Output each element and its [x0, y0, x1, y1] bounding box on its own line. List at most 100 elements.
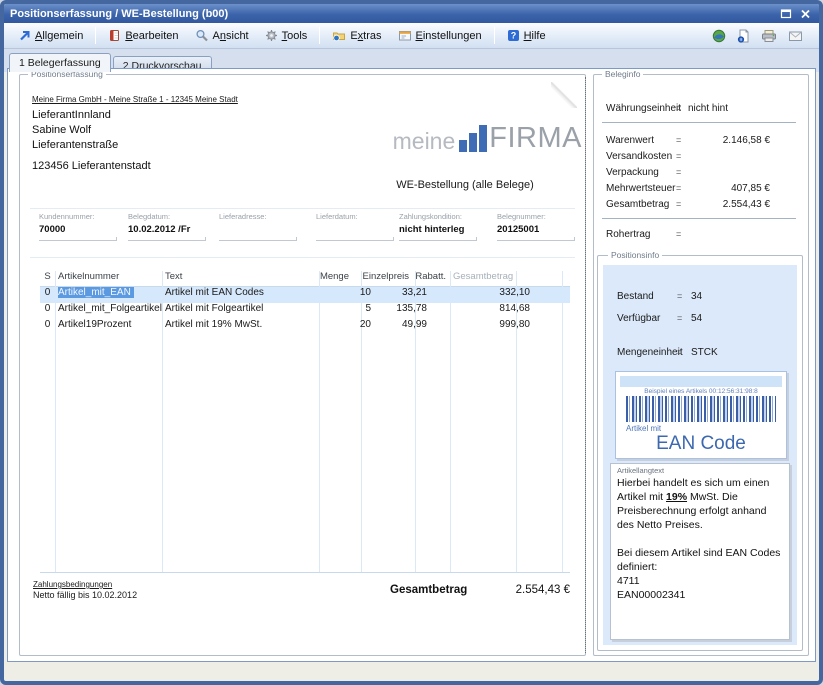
field-belegnummer[interactable]: Belegnummer: 20125001	[497, 212, 581, 241]
cell-s[interactable]: 0	[40, 319, 55, 330]
print-button[interactable]	[761, 29, 777, 43]
address-line: Lieferantenstraße	[32, 138, 118, 153]
cell-einzelpreis[interactable]: 135,78	[361, 303, 430, 314]
window-title: Positionserfassung / WE-Bestellung (b00)	[10, 8, 228, 20]
field-value: 10.02.2012 /Fr	[128, 224, 212, 236]
cell-einzelpreis[interactable]: 49,99	[361, 319, 430, 330]
field-label: Kundennummer:	[39, 212, 123, 221]
cell-s[interactable]: 0	[40, 303, 55, 314]
field-value: 20125001	[497, 224, 581, 236]
field-lieferadresse[interactable]: Lieferadresse:	[219, 212, 303, 241]
globe-button[interactable]	[712, 29, 726, 43]
menu-item-hilfe[interactable]: ? Hilfe	[499, 27, 554, 44]
menu-label: Ansicht	[213, 30, 249, 42]
cell-einzelpreis[interactable]: 33,21	[361, 287, 430, 298]
field-label: Lieferdatum:	[316, 212, 400, 221]
row-label: Warenwert	[606, 135, 654, 146]
table-row[interactable]: 0 Artikel19Prozent Artikel mit 19% MwSt.…	[40, 319, 570, 335]
tab-belegerfassung[interactable]: 1 Belegerfassung	[9, 53, 111, 72]
table-row-selected[interactable]: 0 Artikel_mit_EAN Artikel mit EAN Codes …	[40, 287, 570, 303]
positionsinfo-row-mengeneinheit: Mengeneinheit = STCK	[603, 347, 797, 361]
globe-icon	[712, 29, 726, 43]
cell-artikelnummer[interactable]: Artikel_mit_EAN	[58, 287, 168, 298]
langtext-paragraph: Bei diesem Artikel sind EAN Codes defini…	[617, 546, 783, 574]
field-underline	[316, 238, 394, 241]
logo-word-firma: FIRMA	[489, 124, 582, 153]
restore-button[interactable]	[778, 7, 794, 21]
cell-text[interactable]: Artikel mit Folgeartikel	[165, 303, 315, 314]
equals-sign: =	[677, 313, 682, 323]
column-header-s[interactable]: S	[40, 271, 55, 282]
cell-text[interactable]: Artikel mit EAN Codes	[165, 287, 315, 298]
application-window: Positionserfassung / WE-Bestellung (b00)…	[0, 0, 823, 685]
menu-item-bearbeiten[interactable]: Bearbeiten	[100, 27, 186, 44]
mail-button[interactable]	[788, 30, 803, 42]
row-value: nicht hint	[688, 103, 804, 114]
field-underline	[219, 238, 297, 241]
cell-gesamtbetrag[interactable]: 814,68	[450, 303, 533, 314]
address-city: 123456 Lieferantenstadt	[32, 160, 151, 172]
cell-artikelnummer[interactable]: Artikel_mit_Folgeartikel	[58, 303, 168, 314]
field-value: 70000	[39, 224, 123, 236]
field-belegdatum[interactable]: Belegdatum: 10.02.2012 /Fr	[128, 212, 212, 241]
svg-text:?: ?	[510, 31, 516, 41]
close-button[interactable]	[797, 7, 813, 21]
magnifier-icon	[195, 29, 209, 42]
positionsinfo-row-verfuegbar: Verfügbar = 54	[603, 313, 797, 327]
address-line: Sabine Wolf	[32, 123, 118, 138]
fields-top-line	[30, 208, 575, 209]
cell-gesamtbetrag[interactable]: 999,80	[450, 319, 533, 330]
pane-splitter[interactable]	[585, 77, 586, 653]
close-icon	[800, 9, 811, 19]
row-value: 407,85 €	[684, 183, 770, 194]
menu-item-tools[interactable]: Tools	[257, 27, 316, 44]
barcode-line-small: Artikel mit	[626, 424, 786, 433]
table-bottom-line	[40, 572, 570, 573]
row-value: 2.146,58 €	[684, 135, 770, 146]
artikellangtext-box[interactable]: Artikellangtext Hierbei handelt es sich …	[610, 463, 790, 640]
title-bar: Positionserfassung / WE-Bestellung (b00)	[4, 4, 819, 23]
page-fold-corner	[551, 82, 577, 108]
cell-artikelnummer[interactable]: Artikel19Prozent	[58, 319, 168, 330]
equals-sign: =	[677, 347, 682, 357]
column-header-einzelpreis[interactable]: Einzelpreis	[361, 271, 412, 282]
menu-item-einstellungen[interactable]: Einstellungen	[390, 27, 490, 44]
fields-bottom-line	[30, 257, 575, 258]
address-block: LieferantInnland Sabine Wolf Lieferanten…	[32, 108, 118, 153]
field-lieferdatum[interactable]: Lieferdatum:	[316, 212, 400, 241]
column-header-menge[interactable]: Menge	[319, 271, 361, 282]
field-underline	[39, 238, 117, 241]
menu-item-allgemein[interactable]: Allgemein	[10, 27, 91, 44]
equals-sign: =	[676, 229, 681, 239]
cell-text[interactable]: Artikel mit 19% MwSt.	[165, 319, 315, 330]
menu-item-ansicht[interactable]: Ansicht	[187, 27, 257, 44]
field-kundennummer[interactable]: Kundennummer: 70000	[39, 212, 123, 241]
table-row[interactable]: 0 Artikel_mit_Folgeartikel Artikel mit F…	[40, 303, 570, 319]
field-label: Belegnummer:	[497, 212, 581, 221]
menu-item-extras[interactable]: Extras	[324, 27, 389, 44]
equals-sign: =	[676, 199, 681, 209]
row-value: STCK	[691, 347, 718, 358]
address-line: LieferantInnland	[32, 108, 118, 123]
barcode-line-big: EAN Code	[616, 433, 786, 455]
group-label: Positionsinfo	[608, 250, 662, 260]
column-header-artikelnummer[interactable]: Artikelnummer	[58, 271, 158, 282]
payment-terms-link[interactable]: Zahlungsbedingungen	[33, 580, 112, 589]
document-total-value: 2.554,43 €	[450, 584, 570, 596]
menu-label: Bearbeiten	[125, 30, 178, 42]
column-header-gesamtbetrag[interactable]: Gesamtbetrag	[453, 271, 523, 282]
cell-gesamtbetrag[interactable]: 332,10	[450, 287, 533, 298]
equals-sign: =	[676, 151, 681, 161]
toolbar-separator	[95, 27, 96, 44]
paragraph-gap	[617, 532, 783, 546]
toolbar-separator	[494, 27, 495, 44]
column-header-text[interactable]: Text	[165, 271, 315, 282]
document-info-button[interactable]	[737, 29, 750, 43]
column-header-rabatt[interactable]: Rabatt.	[415, 271, 448, 282]
beleginfo-divider	[602, 122, 796, 123]
menu-label: Extras	[350, 30, 381, 42]
cell-s[interactable]: 0	[40, 287, 55, 298]
row-label: Währungseinheit	[606, 103, 681, 114]
settings-window-icon	[398, 29, 412, 42]
field-zahlungskondition[interactable]: Zahlungskondition: nicht hinterleg	[399, 212, 483, 241]
